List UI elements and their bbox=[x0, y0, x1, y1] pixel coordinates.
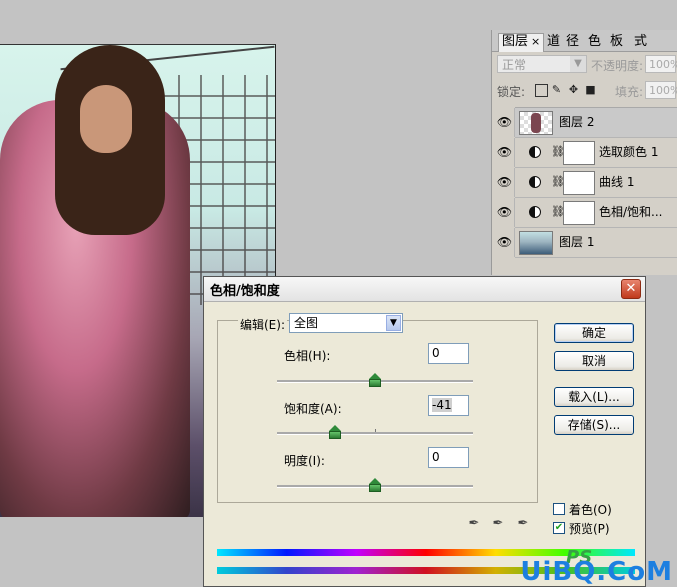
tab-paths[interactable]: 径 bbox=[566, 34, 579, 50]
load-button[interactable]: 载入(L)... bbox=[554, 387, 634, 407]
dialog-titlebar[interactable]: 色相/饱和度 ✕ bbox=[204, 277, 645, 302]
fill-label: 填充: bbox=[615, 85, 644, 99]
ok-label: 确定 bbox=[581, 326, 606, 340]
hue-input[interactable]: 0 bbox=[428, 343, 469, 364]
opacity-field[interactable]: 100% bbox=[645, 55, 677, 73]
eyedropper-plus-icon[interactable]: ✒ bbox=[491, 516, 505, 532]
watermark-text: UiBQ.CoM bbox=[520, 557, 673, 587]
eyedropper-icon[interactable]: ✒ bbox=[467, 516, 481, 532]
lock-brush-icon[interactable]: ✎ bbox=[551, 84, 562, 95]
close-button[interactable]: ✕ bbox=[621, 279, 641, 299]
layer-name: 图层 2 bbox=[559, 115, 595, 129]
hue-saturation-dialog: 色相/饱和度 ✕ 编辑(E): 全图 ▼ 色相(H): 0 饱和度(A): -4… bbox=[203, 276, 646, 587]
adjustment-layer-icon bbox=[529, 206, 541, 218]
tab-label: 色 bbox=[588, 34, 602, 49]
adjustment-group bbox=[217, 320, 538, 503]
layer-row-hue-saturation[interactable]: 👁 ⛓ 色相/饱和... bbox=[495, 198, 677, 228]
chevron-down-icon: ▼ bbox=[570, 56, 586, 72]
hue-slider-thumb[interactable] bbox=[369, 373, 381, 387]
eye-icon[interactable]: 👁 bbox=[495, 198, 515, 227]
layer-row-layer1[interactable]: 👁 图层 1 bbox=[495, 228, 677, 258]
watermark-logo: PS UiBQ.CoM bbox=[517, 547, 677, 587]
layer-row-layer2[interactable]: 👁 图层 2 bbox=[495, 108, 677, 138]
tab-channels[interactable]: 道 bbox=[547, 34, 560, 50]
opacity-label: 不透明度: bbox=[591, 59, 644, 73]
edit-label: 编辑(E): bbox=[238, 316, 287, 333]
tab-close-icon[interactable]: × bbox=[531, 35, 540, 48]
saturation-input[interactable]: -41 bbox=[428, 395, 469, 416]
tab-label: 径 bbox=[566, 34, 580, 49]
tab-label: 道 bbox=[547, 34, 561, 49]
dialog-title: 色相/饱和度 bbox=[210, 284, 280, 299]
cancel-label: 取消 bbox=[581, 354, 606, 368]
eyedropper-minus-icon[interactable]: ✒ bbox=[516, 516, 530, 532]
layer-name: 选取颜色 1 bbox=[599, 145, 659, 159]
saturation-value: -41 bbox=[432, 398, 452, 412]
tab-swatches[interactable]: 板 bbox=[610, 34, 623, 50]
adjustment-layer-icon bbox=[529, 176, 541, 188]
tab-styles[interactable]: 式 bbox=[634, 34, 647, 50]
lock-row: 锁定: ✎ ✥ ■ 填充: 100% bbox=[495, 80, 677, 102]
colorize-checkbox[interactable] bbox=[553, 503, 565, 515]
chevron-down-icon: ▼ bbox=[386, 315, 401, 331]
layer-name: 图层 1 bbox=[559, 235, 595, 249]
layer-name: 曲线 1 bbox=[599, 175, 635, 189]
hue-label: 色相(H): bbox=[284, 349, 331, 363]
edit-value: 全图 bbox=[294, 316, 319, 330]
blend-mode-select[interactable]: 正常 ▼ bbox=[497, 55, 587, 73]
hue-value: 0 bbox=[432, 346, 440, 360]
eye-icon[interactable]: 👁 bbox=[495, 108, 515, 137]
layer-mask-thumbnail bbox=[563, 201, 595, 225]
blend-row: 正常 ▼ 不透明度: 100% bbox=[495, 54, 677, 76]
lightness-value: 0 bbox=[432, 450, 440, 464]
preview-checkbox[interactable]: ✔ bbox=[553, 522, 565, 534]
layer-list: 👁 图层 2 👁 ⛓ 选取颜色 1 👁 ⛓ 曲线 1 👁 ⛓ 色相/饱和... … bbox=[495, 107, 677, 268]
saturation-slider-thumb[interactable] bbox=[328, 425, 341, 439]
lightness-input[interactable]: 0 bbox=[428, 447, 469, 468]
fill-value: 100% bbox=[649, 84, 677, 97]
saturation-label: 饱和度(A): bbox=[284, 402, 342, 416]
load-label: 载入(L)... bbox=[568, 390, 620, 404]
slider-center-tick bbox=[375, 429, 376, 432]
layer-row-curves[interactable]: 👁 ⛓ 曲线 1 bbox=[495, 168, 677, 198]
lock-label: 锁定: bbox=[497, 85, 526, 99]
layer-name: 色相/饱和... bbox=[599, 205, 663, 219]
save-label: 存储(S)... bbox=[567, 418, 621, 432]
tab-layers-label: 图层 bbox=[502, 34, 529, 49]
layer-mask-thumbnail bbox=[563, 171, 595, 195]
panel-tabs: 图层 × 道 径 色 板 式 bbox=[492, 30, 677, 52]
adjustment-layer-icon bbox=[529, 146, 541, 158]
lock-all-icon[interactable]: ■ bbox=[585, 84, 596, 95]
lock-transparent-icon[interactable] bbox=[535, 84, 548, 97]
eye-icon[interactable]: 👁 bbox=[495, 138, 515, 167]
eye-icon[interactable]: 👁 bbox=[495, 168, 515, 197]
opacity-value: 100% bbox=[649, 58, 677, 71]
edit-select[interactable]: 全图 ▼ bbox=[289, 313, 403, 333]
tab-color[interactable]: 色 bbox=[588, 34, 601, 50]
layer-thumbnail bbox=[519, 111, 553, 135]
layer-thumbnail bbox=[519, 231, 553, 255]
preview-label: 预览(P) bbox=[569, 522, 610, 536]
tab-label: 板 bbox=[610, 34, 624, 49]
subject-face bbox=[80, 85, 132, 153]
ok-button[interactable]: 确定 bbox=[554, 323, 634, 343]
colorize-label: 着色(O) bbox=[569, 503, 612, 517]
layer-mask-thumbnail bbox=[563, 141, 595, 165]
tab-label: 式 bbox=[634, 34, 648, 49]
layers-panel: 图层× 道 径 色 板 式 正常 ▼ 不透明度: 100% 锁定: ✎ ✥ ■ … bbox=[491, 30, 677, 275]
lightness-label: 明度(I): bbox=[284, 454, 325, 468]
saturation-slider-track[interactable] bbox=[277, 429, 473, 435]
blend-mode-value: 正常 bbox=[502, 58, 527, 72]
lock-move-icon[interactable]: ✥ bbox=[568, 84, 579, 95]
save-button[interactable]: 存储(S)... bbox=[554, 415, 634, 435]
tab-layers[interactable]: 图层 × bbox=[498, 33, 545, 52]
cancel-button[interactable]: 取消 bbox=[554, 351, 634, 371]
lightness-slider-thumb[interactable] bbox=[369, 478, 381, 492]
fill-field[interactable]: 100% bbox=[645, 81, 677, 99]
eye-icon[interactable]: 👁 bbox=[495, 228, 515, 257]
layer-row-selective-color[interactable]: 👁 ⛓ 选取颜色 1 bbox=[495, 138, 677, 168]
